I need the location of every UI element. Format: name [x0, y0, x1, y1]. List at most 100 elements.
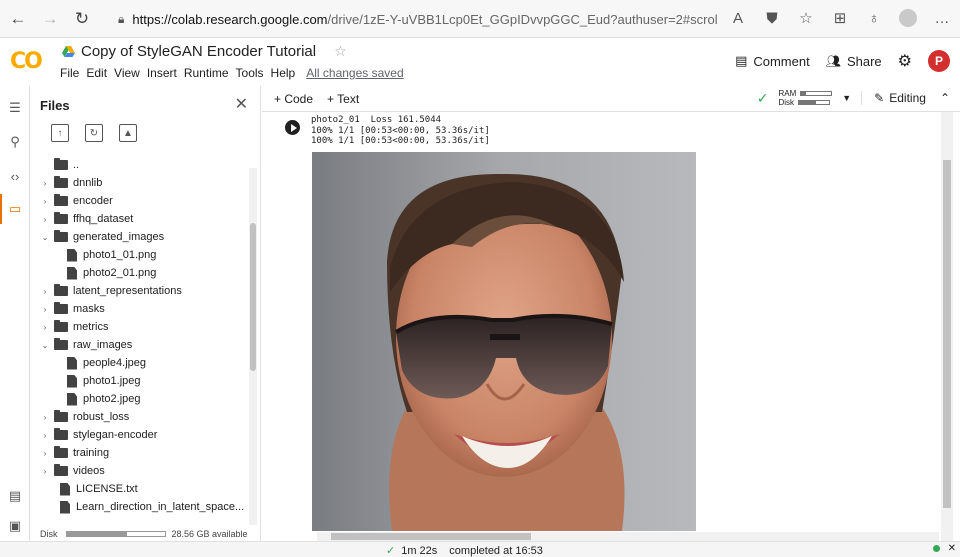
files-toolbar: ↑ ↻ ▲ [51, 124, 137, 142]
folder-row[interactable]: › dnnlib [31, 174, 249, 192]
folder-row[interactable]: › metrics [31, 318, 249, 336]
add-code-button[interactable]: + Code [274, 92, 313, 106]
disk-available: 28.56 GB available [171, 528, 248, 539]
save-status[interactable]: All changes saved [306, 66, 403, 80]
header-actions: ▤ Comment 👥︎ Share ⚙ P [735, 50, 950, 72]
folder-icon [54, 302, 68, 314]
collections-icon[interactable]: ⊞ [828, 5, 852, 31]
folder-row[interactable]: › masks [31, 300, 249, 318]
chevron-right-icon[interactable]: › [40, 413, 50, 422]
chevron-right-icon[interactable]: › [40, 215, 50, 224]
table-of-contents-icon[interactable]: ☰ [7, 100, 23, 116]
files-scroll-thumb[interactable] [250, 223, 256, 371]
refresh-folder-icon[interactable]: ↻ [85, 124, 103, 142]
file-row[interactable]: photo1_01.png [31, 246, 249, 264]
resource-meters[interactable]: RAM Disk [778, 89, 833, 107]
pencil-icon: ✎ [874, 91, 885, 105]
colab-logo[interactable]: CO [10, 49, 43, 74]
chevron-up-icon[interactable]: ⌃ [940, 91, 950, 105]
folder-row[interactable]: › stylegan-encoder [31, 426, 249, 444]
chevron-down-icon[interactable]: ▼ [842, 93, 851, 103]
chevron-down-icon[interactable]: ⌄ [40, 233, 50, 242]
notebook-title[interactable]: Copy of StyleGAN Encoder Tutorial [81, 43, 316, 60]
browser-actions: A ⛊ ☆ ⊞ ♁ … [726, 5, 954, 31]
chevron-right-icon[interactable]: › [40, 197, 50, 206]
star-icon[interactable]: ☆ [334, 43, 347, 60]
file-row[interactable]: photo1.jpeg [31, 372, 249, 390]
ram-label: RAM [778, 89, 797, 98]
file-row[interactable]: Learn_direction_in_latent_space... [31, 498, 249, 516]
terminal-icon[interactable]: ▣ [7, 518, 23, 534]
file-row[interactable]: people4.jpeg [31, 354, 249, 372]
editing-mode-button[interactable]: ✎ Editing [861, 91, 926, 105]
back-arrow-icon[interactable]: ← [4, 5, 32, 33]
menu-help[interactable]: Help [271, 66, 296, 80]
folder-icon [54, 464, 68, 476]
code-snippets-icon[interactable]: ‹› [7, 168, 23, 184]
folder-row[interactable]: › robust_loss [31, 408, 249, 426]
avatar[interactable]: P [928, 50, 950, 72]
read-aloud-icon[interactable]: A [726, 5, 750, 31]
editing-label: Editing [889, 91, 926, 105]
upload-icon[interactable]: ↑ [51, 124, 69, 142]
settings-gear-icon[interactable]: ⚙ [898, 51, 912, 71]
menu-runtime[interactable]: Runtime [184, 66, 229, 80]
menu-edit[interactable]: Edit [86, 66, 107, 80]
execution-status[interactable]: ✓ 1m 22s completed at 16:53 [386, 544, 543, 557]
folder-row[interactable]: ⌄ raw_images [31, 336, 249, 354]
tree-item-label: dnnlib [73, 177, 103, 189]
run-cell-button[interactable] [285, 120, 300, 135]
profile-link-icon[interactable]: ♁ [862, 5, 886, 31]
chevron-right-icon[interactable]: › [40, 305, 50, 314]
close-icon[interactable]: ✕ [235, 94, 248, 114]
share-button[interactable]: 👥︎ Share [826, 54, 882, 69]
file-row[interactable]: photo2.jpeg [31, 390, 249, 408]
chevron-right-icon[interactable]: › [40, 179, 50, 188]
file-row[interactable]: LICENSE.txt [31, 480, 249, 498]
chevron-down-icon[interactable]: ⌄ [40, 341, 50, 350]
extension-icon[interactable]: ⛊ [760, 5, 784, 31]
folder-row[interactable]: › ffhq_dataset [31, 210, 249, 228]
runtime-disk-meter [798, 100, 831, 105]
refresh-icon[interactable]: ↻ [68, 5, 96, 33]
folder-row[interactable]: › videos [31, 462, 249, 480]
folder-icon [54, 158, 68, 170]
folder-row[interactable]: ⌄ generated_images [31, 228, 249, 246]
menu-tools[interactable]: Tools [236, 66, 264, 80]
menu-view[interactable]: View [114, 66, 140, 80]
more-options-icon[interactable]: … [930, 5, 954, 31]
files-scrollbar[interactable] [249, 168, 257, 525]
menu-insert[interactable]: Insert [147, 66, 177, 80]
tree-item-label: Learn_direction_in_latent_space... [76, 501, 245, 513]
chevron-right-icon[interactable]: › [40, 287, 50, 296]
mount-drive-icon[interactable]: ▲ [119, 124, 137, 142]
folder-row[interactable]: › latent_representations [31, 282, 249, 300]
search-icon[interactable]: ⚲ [7, 134, 23, 150]
file-row[interactable]: photo2_01.png [31, 264, 249, 282]
address-bar[interactable]: 🔒︎ https://colab.research.google.com/dri… [118, 6, 718, 32]
menu-file[interactable]: File [60, 66, 79, 80]
drive-icon [62, 46, 75, 57]
browser-profile-icon[interactable] [896, 5, 920, 31]
output-horizontal-scrollbar[interactable] [317, 532, 939, 541]
notebook-scroll-thumb[interactable] [943, 160, 951, 508]
notebook-scrollbar[interactable] [941, 112, 953, 541]
add-text-button[interactable]: + Text [327, 92, 359, 106]
chevron-right-icon[interactable]: › [40, 431, 50, 440]
forward-arrow-icon[interactable]: → [36, 5, 64, 33]
chevron-right-icon[interactable]: › [40, 467, 50, 476]
comment-icon: ▤ [735, 53, 748, 68]
folder-icon[interactable]: ▭ [7, 201, 23, 217]
command-palette-icon[interactable]: ▤ [7, 488, 23, 504]
horizontal-scroll-thumb[interactable] [331, 533, 531, 540]
comment-button[interactable]: ▤ Comment [735, 53, 810, 69]
close-status-icon[interactable]: ✕ [948, 543, 956, 554]
folder-row[interactable]: › encoder [31, 192, 249, 210]
folder-icon [54, 176, 68, 188]
folder-row[interactable]: › training [31, 444, 249, 462]
favorites-icon[interactable]: ☆ [794, 5, 818, 31]
chevron-right-icon[interactable]: › [40, 449, 50, 458]
left-rail: ☰ ⚲ ‹› ▭ ▤ ▣ [0, 86, 30, 557]
chevron-right-icon[interactable]: › [40, 323, 50, 332]
parent-folder-row[interactable]: .. [31, 156, 249, 174]
